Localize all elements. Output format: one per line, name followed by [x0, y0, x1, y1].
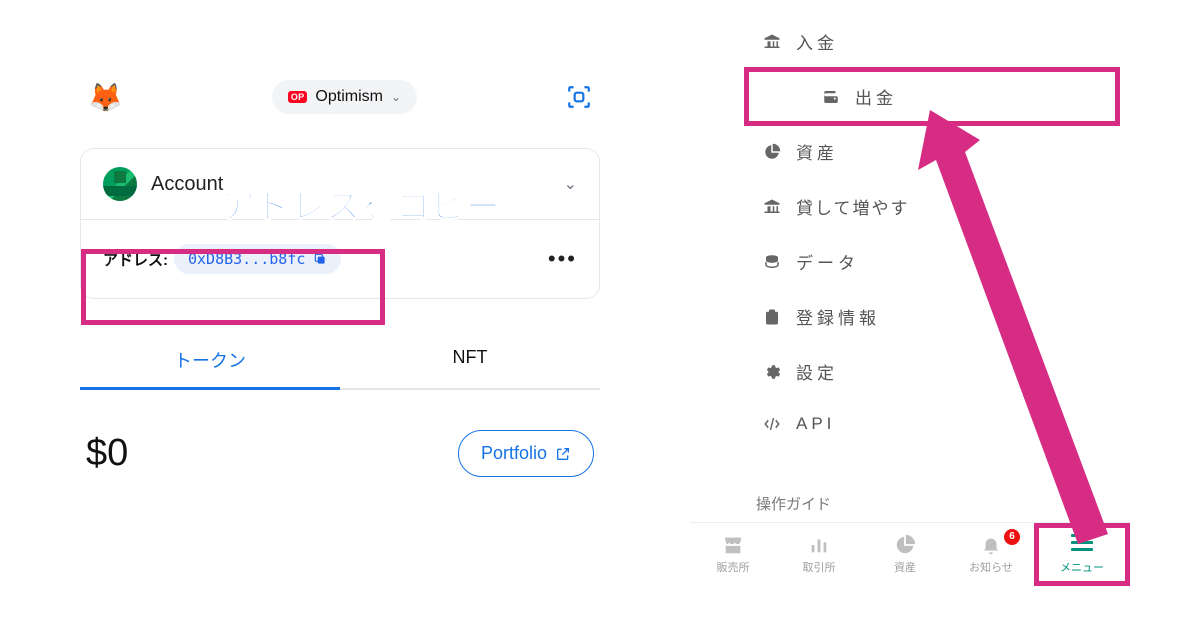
balance-value: $0	[86, 432, 128, 475]
address-value: 0xD8B3...b8fc	[188, 250, 305, 268]
clipboard-icon	[762, 307, 782, 327]
nav-chart[interactable]: 取引所	[776, 523, 862, 586]
portfolio-label: Portfolio	[481, 443, 547, 464]
menu-icon	[1071, 534, 1093, 556]
nav-label: 販売所	[717, 559, 750, 575]
nav-label: 取引所	[803, 559, 836, 575]
metamask-panel: 🦊 OP Optimism ⌄ Account ⌄ アドレス: 0xD8B3..…	[80, 80, 600, 477]
wallet-icon	[821, 87, 841, 107]
nav-store[interactable]: 販売所	[690, 523, 776, 586]
menu-item-bank[interactable]: 貸して増やす	[690, 179, 1130, 234]
chevron-down-icon: ⌄	[564, 174, 577, 194]
menu-item-clipboard[interactable]: 登録情報	[690, 289, 1130, 344]
api-icon	[762, 414, 782, 434]
address-row: アドレス: 0xD8B3...b8fc •••	[81, 220, 599, 298]
nav-label: 資産	[894, 559, 916, 575]
address-chip[interactable]: 0xD8B3...b8fc	[174, 244, 341, 274]
metamask-header: 🦊 OP Optimism ⌄	[80, 80, 600, 138]
account-name: Account	[151, 173, 223, 196]
wallet-tabs: トークン NFT	[80, 333, 600, 390]
menu-item-stack[interactable]: データ	[690, 234, 1130, 289]
stack-icon	[762, 252, 782, 272]
balance-row: $0 Portfolio	[80, 430, 600, 477]
optimism-badge-icon: OP	[288, 91, 308, 103]
chevron-down-icon: ⌄	[391, 90, 401, 104]
tab-tokens[interactable]: トークン	[80, 333, 340, 390]
nav-label: メニュー	[1060, 559, 1104, 575]
exchange-panel: 入金出金資産貸して増やすデータ登録情報設定API 操作ガイド 販売所取引所資産6…	[690, 0, 1130, 630]
account-selector[interactable]: Account ⌄	[81, 149, 599, 220]
pie-icon	[762, 142, 782, 162]
external-link-icon	[555, 446, 571, 462]
menu-item-label: 貸して増やす	[762, 194, 910, 219]
bank-icon	[762, 197, 782, 217]
address-label: アドレス:	[103, 249, 168, 270]
portfolio-button[interactable]: Portfolio	[458, 430, 594, 477]
copy-icon	[313, 252, 327, 266]
chart-icon	[808, 534, 830, 556]
guide-section-label: 操作ガイド	[690, 493, 1130, 520]
metamask-fox-icon: 🦊	[88, 81, 123, 114]
nav-bell[interactable]: 6 お知らせ	[948, 523, 1034, 586]
store-icon	[722, 534, 744, 556]
more-button[interactable]: •••	[548, 246, 577, 272]
menu-item-bank[interactable]: 入金	[690, 14, 1130, 69]
bank-icon	[762, 32, 782, 52]
network-selector[interactable]: OP Optimism ⌄	[272, 80, 417, 114]
menu-item-api[interactable]: API	[690, 399, 1130, 449]
scan-icon[interactable]	[566, 84, 592, 110]
nav-label: お知らせ	[969, 559, 1013, 575]
bottom-nav: 販売所 取引所 資産 6 お知らせ メニュー	[690, 522, 1130, 586]
menu-list: 入金出金資産貸して増やすデータ登録情報設定API	[690, 0, 1130, 449]
gear-icon	[762, 362, 782, 382]
network-name: Optimism	[315, 88, 383, 106]
account-avatar-icon	[103, 167, 137, 201]
account-card: Account ⌄ アドレス: 0xD8B3...b8fc ••• アドレスをコ…	[80, 148, 600, 299]
notification-badge: 6	[1004, 529, 1020, 545]
menu-item-wallet[interactable]: 出金	[744, 67, 1120, 126]
bell-icon	[980, 534, 1002, 556]
nav-pie[interactable]: 資産	[862, 523, 948, 586]
pie-icon	[894, 534, 916, 556]
menu-item-pie[interactable]: 資産	[690, 124, 1130, 179]
tab-nft[interactable]: NFT	[340, 333, 600, 388]
menu-item-gear[interactable]: 設定	[690, 344, 1130, 399]
nav-menu[interactable]: メニュー	[1034, 523, 1130, 586]
